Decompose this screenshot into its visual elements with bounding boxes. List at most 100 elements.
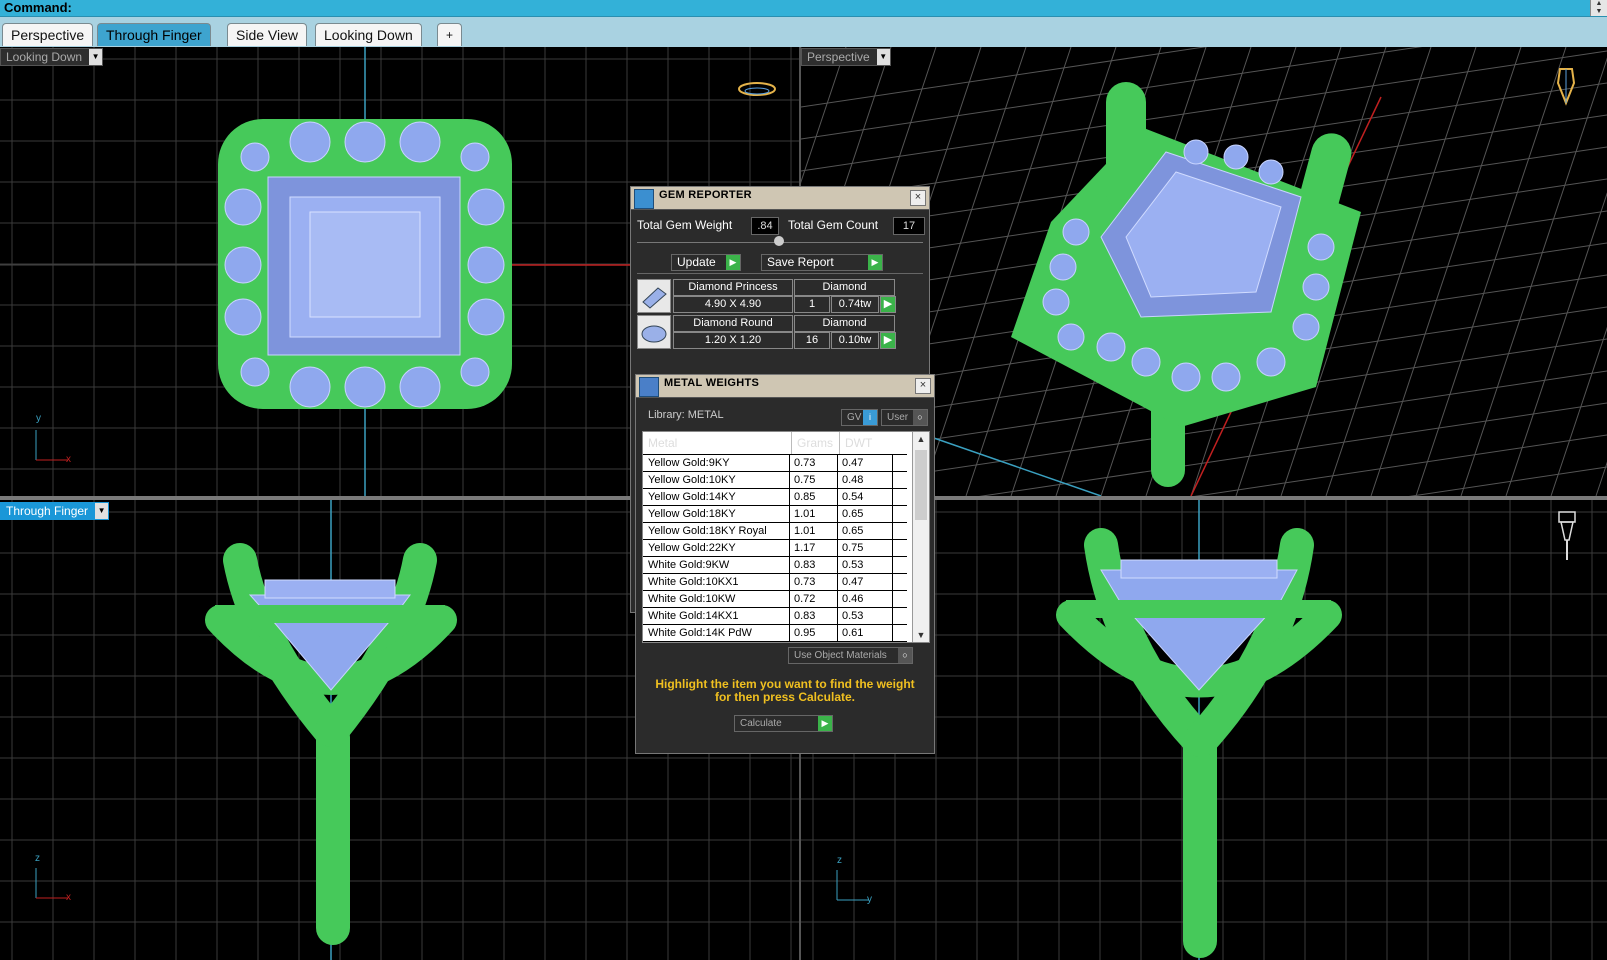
halo-gem <box>344 121 386 163</box>
chevron-down-icon[interactable]: ▼ <box>95 503 109 519</box>
gem-count: 1 <box>794 296 830 313</box>
tab-through-finger[interactable]: Through Finger <box>97 23 211 46</box>
metal-table-row[interactable]: Yellow Gold:18KY Royal 1.01 0.65 <box>643 523 907 540</box>
metal-table-row[interactable]: White Gold:10KW 0.72 0.46 <box>643 591 907 608</box>
play-icon[interactable]: ▶ <box>880 296 896 313</box>
add-tab-button[interactable]: + <box>437 23 463 46</box>
halo-gem <box>1302 273 1330 301</box>
grams-cell: 1.17 <box>789 540 838 556</box>
gem-reporter-header[interactable]: GEM REPORTER × <box>631 187 929 210</box>
metal-table-row[interactable]: White Gold:9KW 0.83 0.53 <box>643 557 907 574</box>
viewport-label-through-finger[interactable]: Through Finger ▼ <box>0 502 110 520</box>
calculate-button[interactable]: Calculate ▶ <box>734 715 833 732</box>
user-label: User <box>887 412 909 423</box>
halo-gem <box>240 142 270 172</box>
metal-table[interactable]: Metal Grams DWT Yellow Gold:9KY 0.73 0.47 Y… <box>642 431 930 643</box>
metal-weights-header[interactable]: METAL WEIGHTS × <box>636 375 934 398</box>
dwt-cell: 0.53 <box>837 608 893 624</box>
viewport-label-text: Perspective <box>807 50 870 64</box>
dwt-cell: 0.54 <box>837 489 893 505</box>
gem-weight: 0.74tw <box>831 296 879 313</box>
scroll-down-icon[interactable]: ▼ <box>913 628 929 642</box>
play-icon: ▶ <box>726 255 740 270</box>
table-scrollbar[interactable]: ▲ ▼ <box>912 432 929 642</box>
grams-cell: 0.75 <box>789 472 838 488</box>
column-header-grams[interactable]: Grams <box>791 432 833 454</box>
column-header-metal[interactable]: Metal <box>643 432 677 454</box>
tab-looking-down[interactable]: Looking Down <box>315 23 422 46</box>
metal-table-row[interactable]: White Gold:10KX1 0.73 0.47 <box>643 574 907 591</box>
instruction-note: Highlight the item you want to find the … <box>655 677 915 704</box>
use-object-materials-label: Use Object Materials <box>794 650 887 661</box>
viewport-tab-bar: Perspective Through Finger Side View Loo… <box>0 17 1607 47</box>
halo-gem <box>467 298 505 336</box>
metal-name-cell: Yellow Gold:18KY Royal <box>643 523 790 539</box>
gem-name: Diamond Round <box>673 315 793 332</box>
command-scroll[interactable]: ▲ ▼ <box>1590 0 1607 16</box>
viewport-label-perspective[interactable]: Perspective ▼ <box>801 48 891 66</box>
close-icon[interactable]: × <box>910 190 926 206</box>
dwt-cell: 0.65 <box>837 523 893 539</box>
metal-name-cell: Yellow Gold:22KY <box>643 540 790 556</box>
chevron-down-icon[interactable]: ▼ <box>876 49 890 65</box>
halo-gem <box>224 298 262 336</box>
viewport-label-looking-down[interactable]: Looking Down ▼ <box>0 48 104 66</box>
halo-gem <box>1292 313 1320 341</box>
metal-table-row[interactable]: Yellow Gold:10KY 0.75 0.48 <box>643 472 907 489</box>
halo-gem <box>1223 144 1249 170</box>
grams-cell: 0.85 <box>789 489 838 505</box>
metal-weights-icon <box>639 377 659 397</box>
user-toggle[interactable]: User ○ <box>881 409 928 426</box>
use-object-materials-toggle[interactable]: Use Object Materials ○ <box>788 647 913 664</box>
halo-gem <box>460 357 490 387</box>
halo-gem <box>1183 139 1209 165</box>
halo-gem <box>344 366 386 408</box>
library-label: Library: METAL <box>648 409 724 421</box>
metal-table-row[interactable]: Yellow Gold:18KY 1.01 0.65 <box>643 506 907 523</box>
metal-table-row[interactable]: Yellow Gold:9KY 0.73 0.47 <box>643 455 907 472</box>
view-cube-icon[interactable] <box>1555 510 1579 562</box>
dwt-cell: 0.47 <box>837 574 893 590</box>
metal-name-cell: Yellow Gold:9KY <box>643 455 790 471</box>
round-diamond-icon <box>637 315 671 349</box>
gem-reporter-title: GEM REPORTER <box>659 189 752 201</box>
command-bar[interactable]: Command: ▲ ▼ <box>0 0 1607 17</box>
grams-cell: 0.73 <box>789 455 838 471</box>
chevron-down-icon[interactable]: ▼ <box>89 49 103 65</box>
grams-cell: 0.83 <box>789 557 838 573</box>
metal-name-cell: Yellow Gold:10KY <box>643 472 790 488</box>
gem-size: 4.90 X 4.90 <box>673 296 793 313</box>
halo-gem <box>289 366 331 408</box>
halo-gem <box>1049 253 1077 281</box>
grams-cell: 1.01 <box>789 523 838 539</box>
gv-toggle[interactable]: GV i <box>841 409 878 426</box>
scrollbar-thumb[interactable] <box>915 450 927 520</box>
scroll-up-icon[interactable]: ▲ <box>913 432 929 446</box>
gem-count: 16 <box>794 332 830 349</box>
metal-name-cell: Yellow Gold:14KY <box>643 489 790 505</box>
grams-cell: 0.73 <box>789 574 838 590</box>
metal-table-row[interactable]: Yellow Gold:14KY 0.85 0.54 <box>643 489 907 506</box>
play-icon[interactable]: ▶ <box>880 332 896 349</box>
halo-gem <box>224 188 262 226</box>
metal-table-row[interactable]: White Gold:14KX1 0.83 0.53 <box>643 608 907 625</box>
halo-gem <box>1211 362 1241 392</box>
metal-name-cell: White Gold:14K PdW <box>643 625 790 641</box>
view-cube-icon[interactable] <box>736 80 778 102</box>
update-button[interactable]: Update ▶ <box>671 254 741 271</box>
tab-perspective[interactable]: Perspective <box>2 23 94 46</box>
gv-label: GV <box>847 412 862 423</box>
tab-side-view[interactable]: Side View <box>227 23 308 46</box>
metal-table-row[interactable]: White Gold:14K PdW 0.95 0.61 <box>643 625 907 642</box>
save-report-label: Save Report <box>767 255 834 269</box>
halo-gem <box>399 121 441 163</box>
view-cube-icon[interactable] <box>1554 65 1578 107</box>
metal-table-row[interactable]: Yellow Gold:22KY 1.17 0.75 <box>643 540 907 557</box>
gem-row[interactable]: Diamond Princess Diamond 4.90 X 4.90 1 0… <box>637 279 896 313</box>
gem-row[interactable]: Diamond Round Diamond 1.20 X 1.20 16 0.1… <box>637 315 896 349</box>
slider-handle[interactable] <box>774 236 784 246</box>
column-header-dwt[interactable]: DWT <box>839 432 872 454</box>
save-report-button[interactable]: Save Report ▶ <box>761 254 883 271</box>
close-icon[interactable]: × <box>915 378 931 394</box>
axis-label-y: y <box>36 413 41 424</box>
